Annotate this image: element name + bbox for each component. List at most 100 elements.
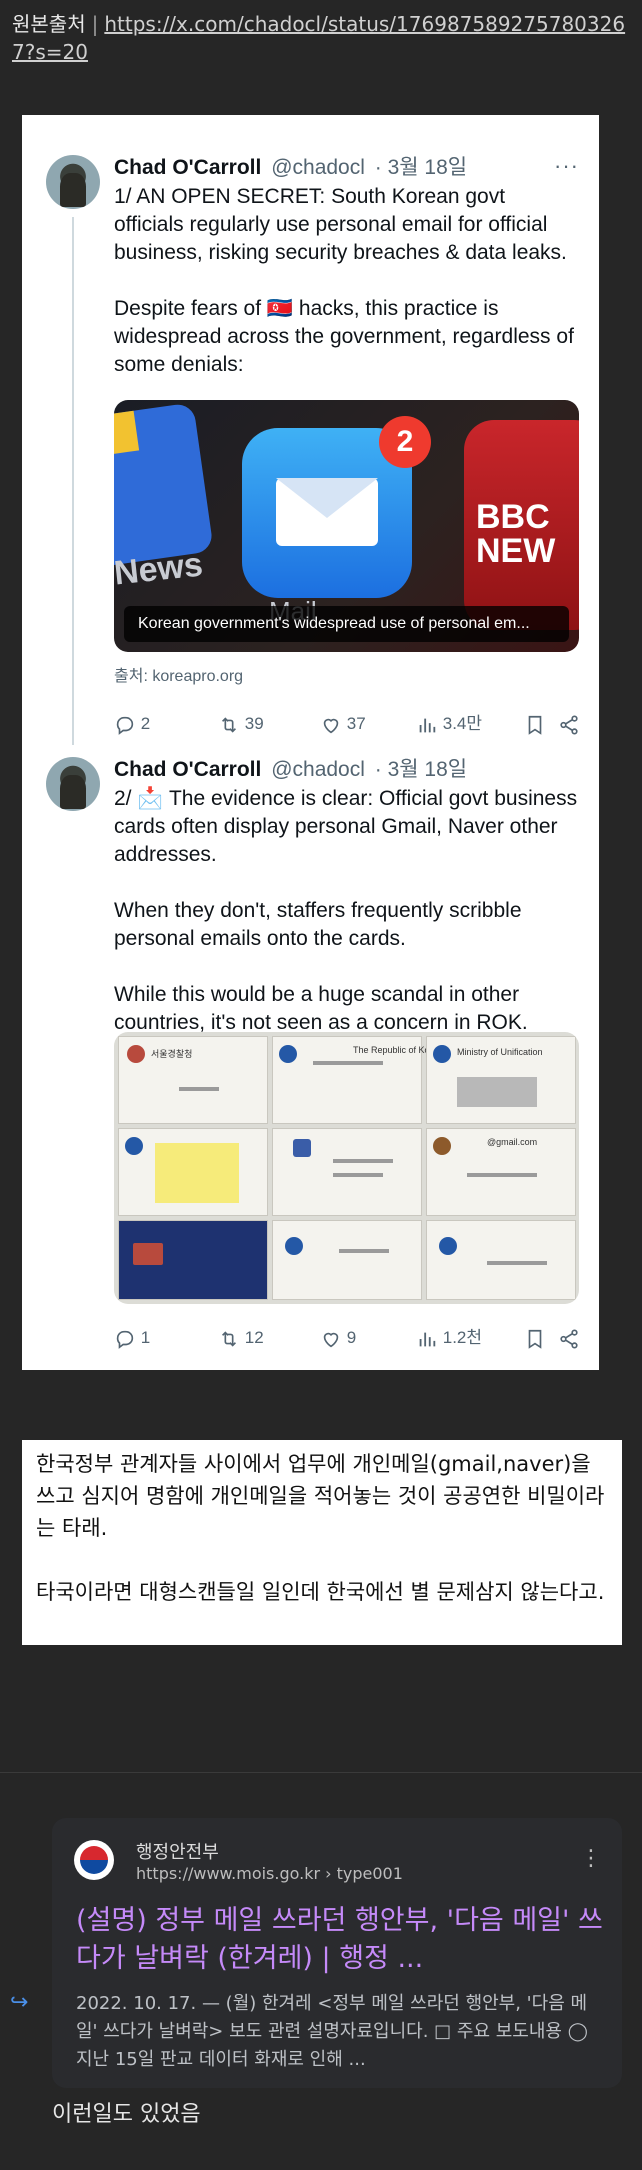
like-button[interactable]: 37: [320, 711, 366, 737]
footer-comment: 이런일도 있었음: [52, 2102, 201, 2127]
building-logo-icon: [293, 1139, 311, 1157]
business-cards-image[interactable]: 서울경찰청 The Republic of Korea Ministry of …: [114, 1032, 579, 1304]
views-count: 3.4만: [442, 714, 483, 733]
link-card-image[interactable]: News Mail 2 BBC NEW Korean government's …: [114, 400, 579, 652]
business-card: [272, 1128, 422, 1216]
site-logo-icon: [74, 1840, 114, 1880]
police-seal-icon: [127, 1045, 145, 1063]
search-result-card[interactable]: 행정안전부 https://www.mois.go.kr › type001 ⋮…: [52, 1818, 622, 2088]
like-button[interactable]: 9: [320, 1325, 356, 1351]
business-card: @gmail.com: [426, 1128, 576, 1216]
retweet-button[interactable]: 39: [218, 711, 264, 737]
views-button[interactable]: 1.2천: [416, 1325, 482, 1351]
tweet-paragraph: 2/ 📩 The evidence is clear: Official gov…: [114, 787, 578, 866]
business-card: Ministry of Unification: [426, 1036, 576, 1124]
business-card: [426, 1220, 576, 1300]
card-text: @gmail.com: [487, 1137, 538, 1147]
source-link[interactable]: https://x.com/chadocl/status/17698758927…: [12, 12, 625, 64]
avatar[interactable]: [46, 757, 100, 811]
tweet-text: 2/ 📩 The evidence is clear: Official gov…: [114, 785, 579, 1037]
views-icon: [419, 718, 436, 732]
commentary-box: 한국정부 관계자들 사이에서 업무에 개인메일(gmail,naver)을 쓰고…: [22, 1440, 622, 1645]
reply-count: 1: [140, 1328, 151, 1347]
korea-emblem-icon: [125, 1137, 143, 1155]
result-title-link[interactable]: (설명) 정부 메일 쓰라던 행안부, '다음 메일' 쓰다가 날벼락 (한겨레…: [76, 1902, 606, 1978]
tweet-paragraph: 1/ AN OPEN SECRET: South Korean govt off…: [114, 185, 567, 264]
avatar[interactable]: [46, 155, 100, 209]
korea-emblem-icon: [433, 1045, 451, 1063]
bookmark-button[interactable]: [524, 1325, 546, 1351]
tweet-actions: 2 39 37 3.4만: [114, 711, 579, 737]
heart-icon: [323, 718, 339, 733]
blurred-area: [457, 1077, 537, 1107]
retweet-count: 12: [244, 1328, 264, 1347]
card-line: [487, 1261, 547, 1265]
tweet-paragraph: Despite fears of 🇰🇵 hacks, this practice…: [114, 297, 574, 376]
author-name[interactable]: Chad O'Carroll: [114, 758, 261, 781]
result-snippet: 2022. 10. 17. — (월) 한겨레 <정부 메일 쓰라던 행안부, …: [76, 1993, 588, 2070]
link-card-caption: Korean government's widespread use of pe…: [124, 606, 569, 642]
site-url[interactable]: https://www.mois.go.kr › type001: [136, 1864, 403, 1883]
source-line: 원본출처 | https://x.com/chadocl/status/176987…: [12, 10, 630, 66]
notification-badge: 2: [379, 416, 431, 468]
tweet-date[interactable]: · 3월 18일: [375, 758, 467, 781]
business-card: [272, 1220, 422, 1300]
reply-button[interactable]: 1: [114, 1325, 150, 1351]
author-handle[interactable]: @chadocl: [271, 156, 365, 179]
card-line: [333, 1173, 383, 1177]
korea-emblem-icon: [279, 1045, 297, 1063]
author-handle[interactable]: @chadocl: [271, 758, 365, 781]
card-text: Ministry of Unification: [457, 1047, 543, 1057]
retweet-button[interactable]: 12: [218, 1325, 264, 1351]
like-count: 9: [346, 1328, 357, 1347]
retweet-icon: [221, 1330, 237, 1347]
link-source[interactable]: 출처: koreapro.org: [114, 662, 243, 686]
reply-icon: [116, 716, 134, 735]
card-line: [339, 1249, 389, 1253]
tweet-content: Chad O'Carroll @chadocl · 3월 18일 2/ 📩 Th…: [114, 757, 579, 1349]
bookmark-icon: [528, 715, 542, 735]
tweet-header: Chad O'Carroll @chadocl · 3월 18일: [114, 757, 579, 783]
reply-button[interactable]: 2: [114, 711, 150, 737]
tweet-content: Chad O'Carroll @chadocl · 3월 18일 ··· 1/ …: [114, 153, 579, 735]
bbc-app-label: BBC NEW: [476, 498, 556, 570]
business-card: 서울경찰청: [118, 1036, 268, 1124]
korea-emblem-icon: [439, 1237, 457, 1255]
source-label: 원본출처: [12, 12, 86, 36]
like-count: 37: [346, 714, 366, 733]
news-app-label: News: [114, 545, 205, 593]
card-line: [313, 1061, 383, 1065]
google-news-app-icon: [114, 402, 214, 568]
views-icon: [419, 1332, 436, 1346]
envelope-icon: [276, 478, 378, 546]
retweet-icon: [221, 716, 237, 733]
bookmark-button[interactable]: [524, 711, 546, 737]
author-name[interactable]: Chad O'Carroll: [114, 156, 261, 179]
retweet-count: 39: [244, 714, 264, 733]
national-seal-icon: [433, 1137, 451, 1155]
views-button[interactable]: 3.4만: [416, 711, 482, 737]
commentary-paragraph: 타국이라면 대형스캔들일 일인데 한국에선 별 문제삼지 않는다고.: [36, 1580, 605, 1604]
more-icon[interactable]: ···: [554, 153, 579, 179]
business-card: The Republic of Korea: [272, 1036, 443, 1124]
flag-icon: [133, 1243, 163, 1265]
divider: [0, 1772, 642, 1773]
share-button[interactable]: [558, 711, 580, 737]
tweet-header: Chad O'Carroll @chadocl · 3월 18일 ···: [114, 153, 579, 181]
heart-icon: [323, 1332, 339, 1347]
reply-arrow-icon: ↪: [10, 1990, 29, 2015]
sticky-note: [155, 1143, 239, 1203]
korea-emblem-icon: [285, 1237, 303, 1255]
business-card: [118, 1128, 268, 1216]
share-icon: [560, 1328, 578, 1349]
reply-count: 2: [140, 714, 151, 733]
tweet-text: 1/ AN OPEN SECRET: South Korean govt off…: [114, 183, 579, 379]
tweet-actions: 1 12 9 1.2천: [114, 1325, 579, 1351]
reply-icon: [116, 1330, 134, 1349]
tweet-date[interactable]: · 3월 18일: [375, 156, 467, 179]
source-separator: |: [91, 12, 99, 36]
commentary-paragraph: 한국정부 관계자들 사이에서 업무에 개인메일(gmail,naver)을 쓰고…: [36, 1452, 605, 1540]
kebab-menu-icon[interactable]: ⋮: [580, 1846, 602, 1871]
share-button[interactable]: [558, 1325, 580, 1351]
site-name[interactable]: 행정안전부: [136, 1838, 219, 1864]
